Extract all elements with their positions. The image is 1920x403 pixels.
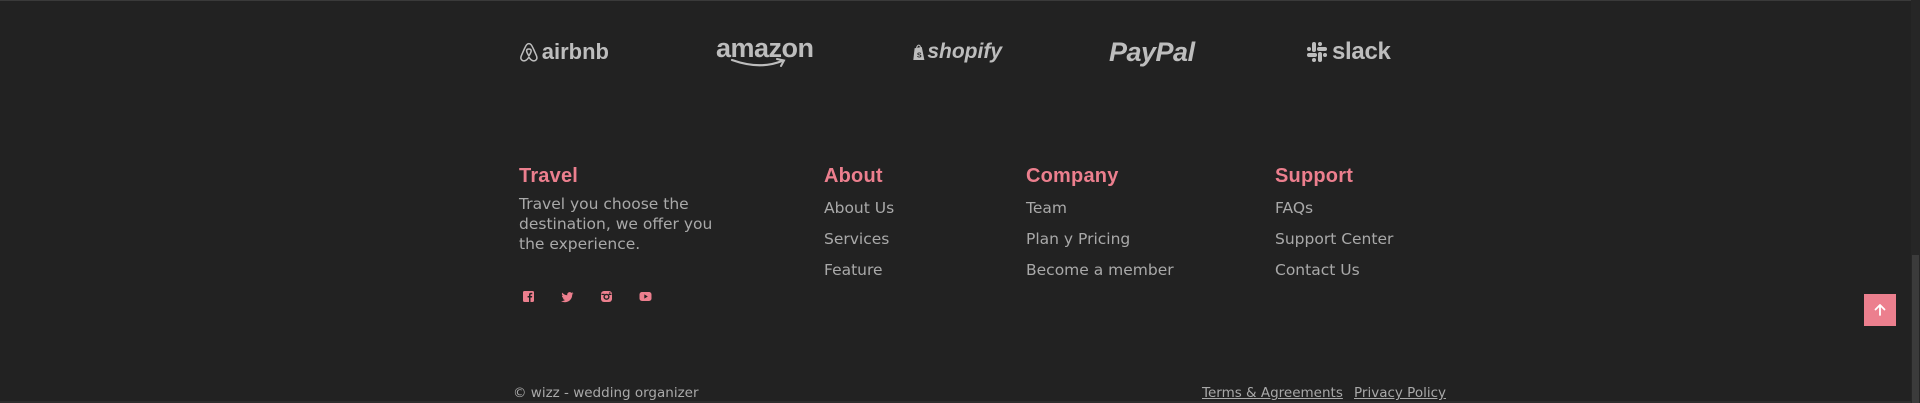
link-plan-pricing[interactable]: Plan y Pricing: [1026, 229, 1174, 249]
brand-amazon-label: amazon: [716, 33, 814, 63]
company-title: Company: [1026, 165, 1119, 187]
support-title: Support: [1275, 165, 1354, 187]
svg-text:S: S: [917, 51, 922, 59]
scroll-to-top-button[interactable]: [1864, 294, 1896, 326]
scrollbar-thumb[interactable]: [1912, 255, 1919, 403]
top-divider: [0, 0, 1920, 1]
link-about-us[interactable]: About Us: [824, 198, 894, 218]
shopify-logo-icon: S: [913, 44, 925, 60]
footer-about-column: About About Us Services Feature: [824, 162, 894, 291]
link-faqs[interactable]: FAQs: [1275, 198, 1393, 218]
facebook-icon[interactable]: [519, 287, 538, 306]
instagram-icon[interactable]: [597, 287, 616, 306]
amazon-logo-icon: [730, 58, 786, 67]
youtube-icon[interactable]: [636, 287, 655, 306]
privacy-link[interactable]: Privacy Policy: [1354, 385, 1446, 401]
brand-paypal-label: PayPal: [1109, 36, 1195, 67]
brand-shopify-label: shopify: [927, 40, 1002, 63]
travel-description: Travel you choose the destination, we of…: [519, 195, 713, 253]
copyright: © wizz - wedding organizer: [513, 385, 699, 401]
social-links: [519, 287, 655, 306]
about-title: About: [824, 165, 883, 187]
arrow-up-icon: [1874, 304, 1886, 316]
link-support-center[interactable]: Support Center: [1275, 229, 1393, 249]
brand-airbnb: airbnb: [519, 34, 609, 70]
brand-airbnb-label: airbnb: [541, 39, 609, 64]
slack-logo-icon: [1307, 42, 1327, 62]
link-contact-us[interactable]: Contact Us: [1275, 260, 1393, 280]
link-services[interactable]: Services: [824, 229, 894, 249]
twitter-icon[interactable]: [558, 287, 577, 306]
airbnb-logo-icon: [520, 42, 538, 62]
brand-shopify: S shopify: [912, 34, 1002, 70]
link-feature[interactable]: Feature: [824, 260, 894, 280]
terms-link[interactable]: Terms & Agreements: [1202, 385, 1343, 401]
footer-travel-column: Travel Travel you choose the destination…: [519, 162, 734, 254]
brand-slack: slack: [1306, 34, 1396, 70]
brand-slack-label: slack: [1332, 38, 1391, 65]
link-team[interactable]: Team: [1026, 198, 1174, 218]
link-become-member[interactable]: Become a member: [1026, 260, 1174, 280]
travel-title: Travel: [519, 165, 579, 187]
brand-paypal: PayPal: [1109, 34, 1199, 70]
footer-support-column: Support FAQs Support Center Contact Us: [1275, 162, 1393, 291]
brand-logos: airbnb amazon S shopify PayPal slack: [519, 34, 1399, 70]
footer-company-column: Company Team Plan y Pricing Become a mem…: [1026, 162, 1174, 291]
brand-amazon: amazon: [716, 34, 814, 70]
